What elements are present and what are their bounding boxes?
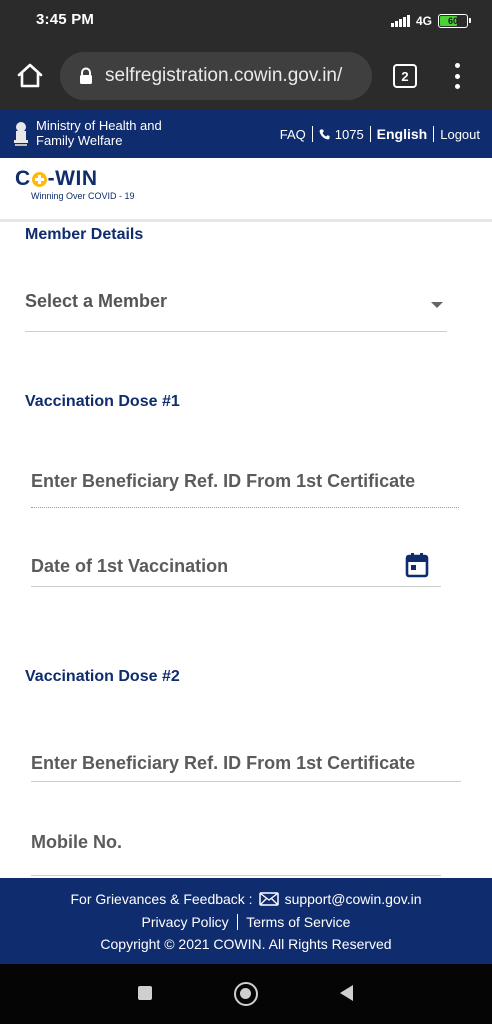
- terms-link[interactable]: Terms of Service: [246, 914, 350, 930]
- divider: [236, 914, 239, 930]
- grievance-line: For Grievances & Feedback : support@cowi…: [0, 891, 492, 907]
- calendar-icon[interactable]: [405, 552, 429, 578]
- mobile-number-placeholder: Mobile No.: [31, 832, 122, 852]
- logo-text-start: C: [15, 167, 31, 190]
- dose1-reference-id-input[interactable]: Enter Beneficiary Ref. ID From 1st Certi…: [31, 456, 459, 508]
- logout-link[interactable]: Logout: [440, 127, 480, 142]
- home-button[interactable]: [14, 60, 46, 92]
- member-details-title: Member Details: [25, 226, 144, 243]
- logo-bar: C -WIN Winning Over COVID - 19: [0, 158, 492, 222]
- plus-icon: [31, 171, 47, 187]
- back-button[interactable]: [340, 985, 353, 1001]
- dose2-reference-id-placeholder: Enter Beneficiary Ref. ID From 1st Certi…: [31, 753, 416, 773]
- member-select[interactable]: Select a Member: [25, 282, 447, 332]
- mobile-number-input[interactable]: Mobile No.: [31, 818, 441, 876]
- footer: For Grievances & Feedback : support@cowi…: [0, 878, 492, 964]
- lock-icon: [80, 67, 92, 84]
- signal-icon: [391, 15, 410, 27]
- divider: [433, 126, 435, 142]
- system-nav-bar: [0, 964, 492, 1024]
- phone-icon: [319, 128, 330, 139]
- browser-toolbar: selfregistration.cowin.gov.in/ 2: [0, 42, 492, 110]
- ministry-name: Ministry of Health and Family Welfare: [36, 118, 162, 148]
- status-time: 3:45 PM: [36, 11, 95, 28]
- ministry-line-2: Family Welfare: [36, 133, 123, 148]
- divider: [369, 126, 371, 142]
- url-text: selfregistration.cowin.gov.in/: [105, 65, 343, 86]
- home-nav-button[interactable]: [234, 982, 258, 1006]
- overflow-menu-button[interactable]: [447, 63, 467, 89]
- grievance-label: For Grievances & Feedback :: [70, 891, 253, 907]
- privacy-policy-link[interactable]: Privacy Policy: [142, 914, 229, 930]
- faq-link[interactable]: FAQ: [280, 127, 306, 142]
- network-type: 4G: [415, 14, 432, 28]
- divider: [311, 126, 313, 142]
- caret-down-icon: [431, 302, 443, 308]
- logo-text-end: -WIN: [47, 167, 98, 190]
- dose1-date-placeholder: Date of 1st Vaccination: [31, 556, 229, 576]
- language-selector[interactable]: English: [377, 126, 428, 142]
- cowin-logo[interactable]: C -WIN: [15, 167, 98, 191]
- copyright-line: Copyright © 2021 COWIN. All Rights Reser…: [0, 936, 492, 952]
- ministry-line-1: Ministry of Health and: [36, 118, 162, 133]
- home-icon: [17, 63, 43, 88]
- status-bar: 3:45 PM 4G 60: [0, 0, 492, 42]
- battery-icon: 60: [438, 14, 471, 28]
- gov-header: Ministry of Health and Family Welfare FA…: [0, 110, 492, 158]
- recents-button[interactable]: [138, 986, 152, 1000]
- battery-level: 60: [447, 16, 458, 26]
- address-bar[interactable]: selfregistration.cowin.gov.in/: [60, 52, 372, 100]
- header-links: FAQ 1075 English Logout: [280, 126, 480, 142]
- dose1-title: Vaccination Dose #1: [25, 393, 180, 410]
- copyright-text: Copyright © 2021 COWIN. All Rights Reser…: [100, 936, 392, 952]
- tabs-button[interactable]: 2: [393, 64, 417, 88]
- member-select-placeholder: Select a Member: [25, 291, 168, 311]
- dose1-date-input[interactable]: Date of 1st Vaccination: [31, 535, 441, 587]
- dose2-title: Vaccination Dose #2: [25, 668, 180, 685]
- dose1-reference-id-placeholder: Enter Beneficiary Ref. ID From 1st Certi…: [31, 471, 416, 491]
- national-emblem-icon: [14, 122, 28, 146]
- helpline-link[interactable]: 1075: [335, 127, 364, 142]
- dose2-reference-id-input[interactable]: Enter Beneficiary Ref. ID From 1st Certi…: [31, 730, 461, 782]
- support-email-link[interactable]: support@cowin.gov.in: [285, 891, 422, 907]
- status-indicators: 4G 60: [391, 13, 471, 29]
- mail-icon: [258, 892, 279, 906]
- policy-links: Privacy Policy Terms of Service: [0, 914, 492, 930]
- logo-tagline: Winning Over COVID - 19: [31, 191, 135, 201]
